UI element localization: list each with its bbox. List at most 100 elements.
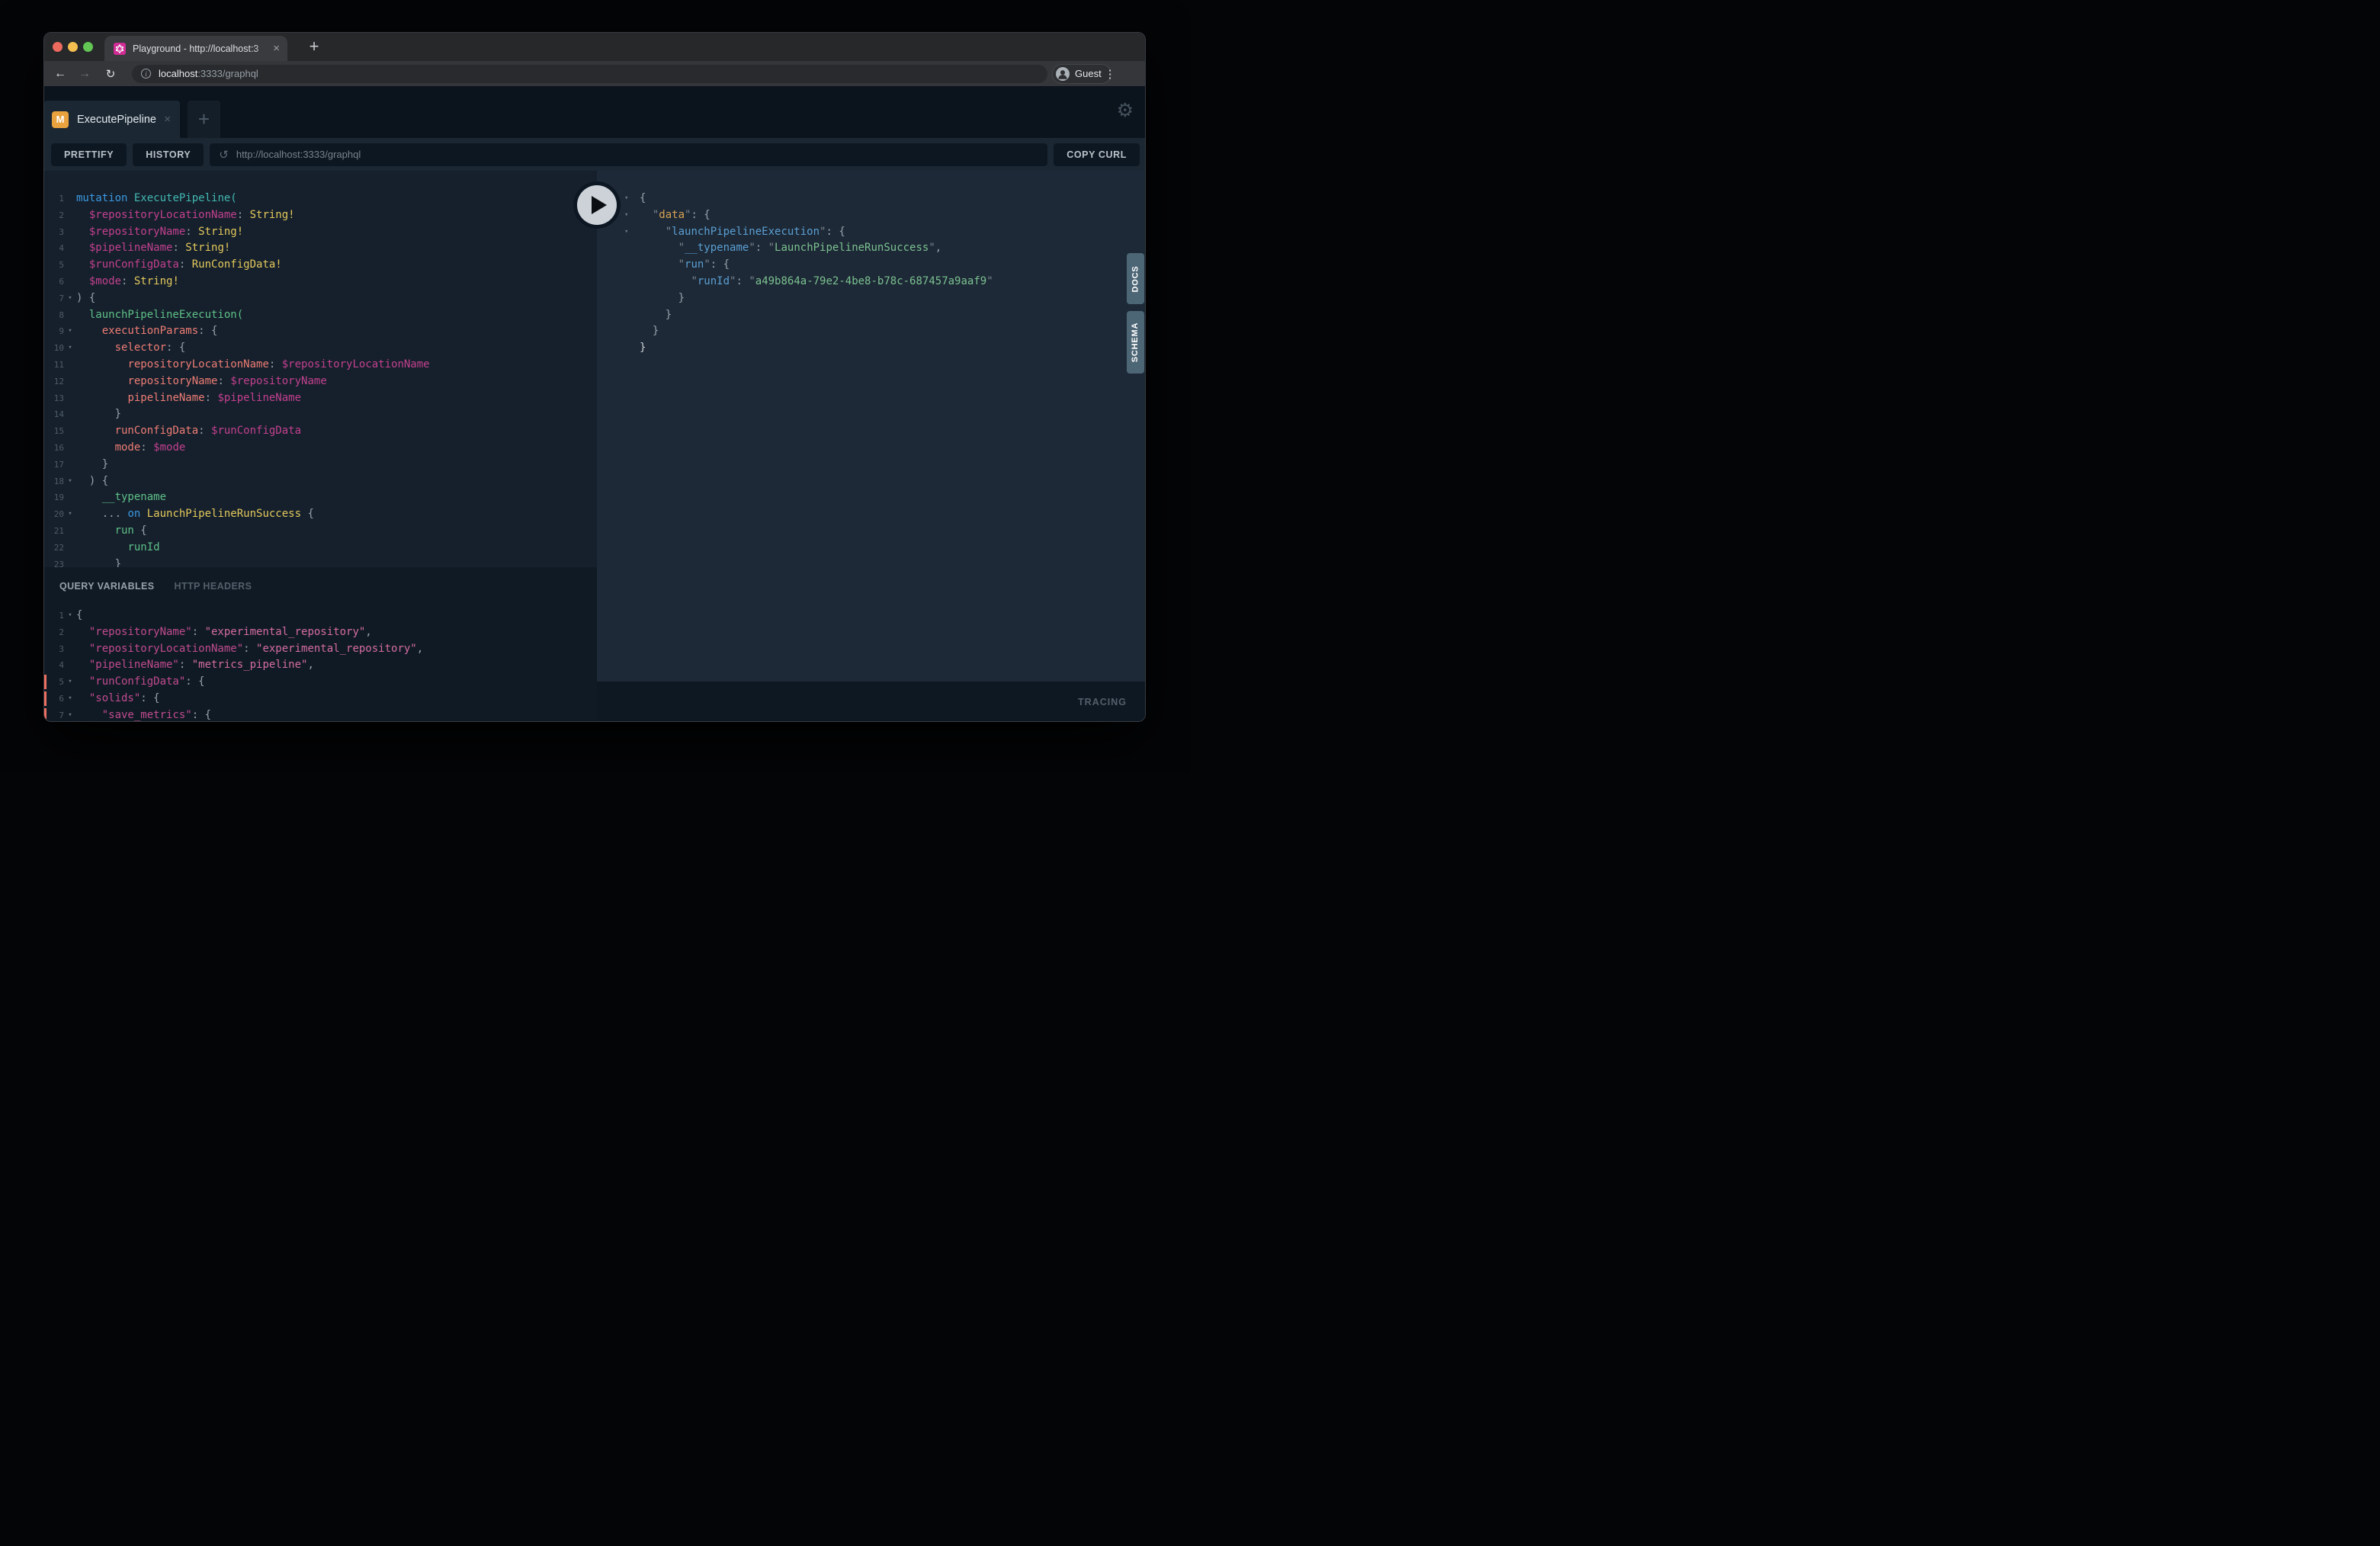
docs-side-tab[interactable]: DOCS <box>1127 253 1144 304</box>
fold-spacer <box>64 207 76 224</box>
editor-code-text: ) { <box>76 473 108 490</box>
history-button[interactable]: HISTORY <box>133 143 204 166</box>
editor-line[interactable]: 15 runConfigData: $runConfigData <box>44 423 597 440</box>
editor-code-text: selector: { <box>76 340 185 357</box>
new-tab-button[interactable]: + <box>303 35 326 58</box>
line-number: 19 <box>44 489 64 506</box>
variables-line[interactable]: 2 "repositoryName": "experimental_reposi… <box>44 624 597 641</box>
editor-line[interactable]: 16 mode: $mode <box>44 440 597 457</box>
response-code-text: "launchPipelineExecution": { <box>640 224 845 241</box>
query-editor[interactable]: 1mutation ExecutePipeline(2 $repositoryL… <box>44 171 597 567</box>
fold-arrow-icon[interactable]: ▾ <box>624 224 640 241</box>
new-session-button[interactable]: + <box>188 101 220 138</box>
editor-line[interactable]: 14 } <box>44 406 597 423</box>
editor-line[interactable]: 19 __typename <box>44 489 597 506</box>
fold-spacer <box>624 307 640 324</box>
back-icon[interactable]: ← <box>50 61 70 86</box>
editor-line[interactable]: 7▾) { <box>44 290 597 307</box>
editor-line[interactable]: 18▾ ) { <box>44 473 597 490</box>
fold-spacer <box>64 523 76 540</box>
editor-line[interactable]: 8 launchPipelineExecution( <box>44 307 597 324</box>
settings-gear-icon[interactable]: ⚙ <box>1117 101 1134 120</box>
fold-spacer <box>624 290 640 307</box>
editor-line[interactable]: 10▾ selector: { <box>44 340 597 357</box>
traffic-light-zoom[interactable] <box>83 42 93 52</box>
execute-button[interactable] <box>573 181 621 229</box>
fold-spacer <box>624 257 640 274</box>
url-field[interactable]: i localhost:3333/graphql <box>132 65 1047 83</box>
forward-icon[interactable]: → <box>75 61 95 86</box>
variables-code-text: { <box>76 608 82 624</box>
line-number: 17 <box>44 457 64 473</box>
editor-line[interactable]: 6 $mode: String! <box>44 274 597 290</box>
editor-line[interactable]: 3 $repositoryName: String! <box>44 224 597 241</box>
variables-line[interactable]: 3 "repositoryLocationName": "experimenta… <box>44 641 597 658</box>
fold-spacer <box>64 423 76 440</box>
line-number: 14 <box>44 406 64 423</box>
browser-menu-icon[interactable]: ⋮ <box>1104 61 1116 86</box>
prettify-button[interactable]: PRETTIFY <box>51 143 127 166</box>
editor-line[interactable]: 17 } <box>44 457 597 473</box>
variables-code-text: "runConfigData": { <box>76 674 205 691</box>
variables-line[interactable]: 7▾ "save_metrics": { <box>44 707 597 722</box>
site-info-icon[interactable]: i <box>141 69 151 79</box>
fold-arrow-icon[interactable]: ▾ <box>64 340 76 357</box>
variables-line[interactable]: 1▾{ <box>44 608 597 624</box>
editor-code-text: runConfigData: $runConfigData <box>76 423 301 440</box>
schema-side-tab[interactable]: SCHEMA <box>1127 311 1144 374</box>
variables-code-text: "pipelineName": "metrics_pipeline", <box>76 657 314 674</box>
browser-tab[interactable]: Playground - http://localhost:3 × <box>104 36 287 61</box>
editor-line[interactable]: 9▾ executionParams: { <box>44 323 597 340</box>
fold-spacer <box>64 641 76 658</box>
session-tab-close-icon[interactable]: × <box>164 113 171 126</box>
fold-spacer <box>64 440 76 457</box>
tracing-toggle[interactable]: TRACING <box>1078 697 1127 707</box>
reload-icon[interactable]: ↻ <box>101 61 120 86</box>
variables-line[interactable]: 6▾ "solids": { <box>44 691 597 707</box>
fold-arrow-icon[interactable]: ▾ <box>624 207 640 224</box>
editor-line[interactable]: 22 runId <box>44 540 597 556</box>
response-line: "__typename": "LaunchPipelineRunSuccess"… <box>624 240 1145 257</box>
fold-arrow-icon[interactable]: ▾ <box>64 608 76 624</box>
fold-arrow-icon[interactable]: ▾ <box>64 674 76 691</box>
response-code-text: { <box>640 191 646 207</box>
response-line: "run": { <box>624 257 1145 274</box>
fold-arrow-icon[interactable]: ▾ <box>64 707 76 722</box>
fold-arrow-icon[interactable]: ▾ <box>624 191 640 207</box>
error-marker <box>44 691 47 706</box>
tab-http-headers[interactable]: HTTP HEADERS <box>175 581 252 592</box>
fold-arrow-icon[interactable]: ▾ <box>64 290 76 307</box>
editor-line[interactable]: 13 pipelineName: $pipelineName <box>44 390 597 407</box>
traffic-light-close[interactable] <box>53 42 63 52</box>
variables-line[interactable]: 5▾ "runConfigData": { <box>44 674 597 691</box>
variables-line[interactable]: 4 "pipelineName": "metrics_pipeline", <box>44 657 597 674</box>
editor-line[interactable]: 5 $runConfigData: RunConfigData! <box>44 257 597 274</box>
editor-code-text: $pipelineName: String! <box>76 240 230 257</box>
line-number: 16 <box>44 440 64 457</box>
browser-tab-title: Playground - http://localhost:3 <box>133 43 269 55</box>
editor-line[interactable]: 12 repositoryName: $repositoryName <box>44 374 597 390</box>
copy-curl-button[interactable]: COPY CURL <box>1054 143 1140 166</box>
editor-line[interactable]: 11 repositoryLocationName: $repositoryLo… <box>44 357 597 374</box>
response-line: ▾{ <box>624 191 1145 207</box>
editor-line[interactable]: 4 $pipelineName: String! <box>44 240 597 257</box>
fold-arrow-icon[interactable]: ▾ <box>64 691 76 707</box>
fold-arrow-icon[interactable]: ▾ <box>64 473 76 490</box>
profile-button[interactable]: Guest <box>1052 64 1111 84</box>
endpoint-input[interactable]: ↺ http://localhost:3333/graphql <box>210 143 1047 166</box>
line-number: 4 <box>44 657 64 674</box>
traffic-light-minimize[interactable] <box>68 42 78 52</box>
editor-line[interactable]: 2 $repositoryLocationName: String! <box>44 207 597 224</box>
session-tab[interactable]: M ExecutePipeline × <box>44 101 180 138</box>
fold-arrow-icon[interactable]: ▾ <box>64 323 76 340</box>
editor-line[interactable]: 21 run { <box>44 523 597 540</box>
tab-close-icon[interactable]: × <box>273 42 280 55</box>
variables-panel-tabs: QUERY VARIABLES HTTP HEADERS <box>44 567 597 595</box>
fold-arrow-icon[interactable]: ▾ <box>64 506 76 523</box>
editor-code-text: repositoryName: $repositoryName <box>76 374 327 390</box>
editor-line[interactable]: 20▾ ... on LaunchPipelineRunSuccess { <box>44 506 597 523</box>
editor-line[interactable]: 1mutation ExecutePipeline( <box>44 191 597 207</box>
editor-line[interactable]: 23 } <box>44 556 597 567</box>
undo-icon[interactable]: ↺ <box>219 148 229 162</box>
tab-query-variables[interactable]: QUERY VARIABLES <box>59 581 155 592</box>
